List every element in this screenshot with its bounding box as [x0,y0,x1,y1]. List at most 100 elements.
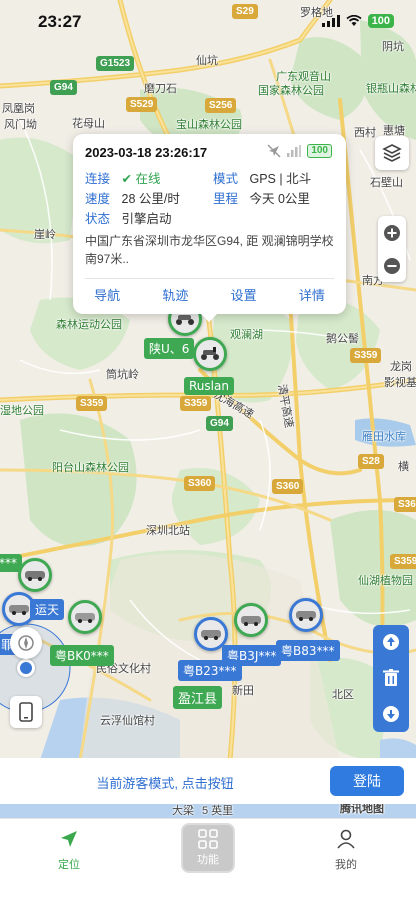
popup-timestamp: 2023-03-18 23:26:17 [85,145,208,160]
tab-label: 功能 [197,854,219,866]
map-label: 云浮仙馆村 [100,715,155,727]
road-shield: S359 [350,348,382,363]
zoom-in-button[interactable] [378,216,406,249]
vehicle-plate[interactable]: Ruslan [184,377,234,395]
zoom-out-button[interactable] [378,249,406,282]
my-location-dot [17,659,35,677]
road-shield: G94 [206,416,233,431]
connection-label: 连接 [85,172,111,186]
map-label: 石壁山 [370,177,403,189]
map-label: 观澜湖 [230,329,263,341]
map-label: 横 [398,461,409,473]
popup-actions: 导航 轨迹 设置 详情 [73,285,346,304]
map-label: 湿地公园 [0,405,44,417]
map-label: 崖岭 [34,229,56,241]
tab-functions[interactable]: 功能 [168,823,248,873]
cellular-signal-icon [321,15,340,27]
arrow-down-icon [383,706,399,722]
compass-button[interactable] [10,627,42,659]
vehicle-plate[interactable]: 粤B83*** [276,640,340,661]
map-label: 银瓶山森林 [366,83,416,95]
car-icon [201,630,221,640]
map-label: 筒坑岭 [106,369,139,381]
road-shield: S256 [205,98,237,113]
vehicle-marker[interactable] [68,600,102,634]
road-shield: S360 [394,497,416,512]
track-button[interactable]: 轨迹 [162,285,188,304]
vehicle-marker[interactable] [18,558,52,592]
tab-location[interactable]: 定位 [29,829,109,872]
state-row: 状态 引擎启动 [85,208,172,227]
vehicle-plate[interactable]: 陕U、6 [144,338,195,359]
compass-icon [18,635,34,651]
vehicle-marker[interactable] [234,603,268,637]
map-label: 大梁 [172,805,194,817]
map-label: 影视基 [384,377,416,389]
device-button[interactable] [10,696,42,728]
vehicle-plate[interactable]: 盈江县 [173,686,223,709]
phone-icon [19,702,33,722]
car-icon [241,616,261,626]
popup-divider [85,278,334,279]
vehicle-plate[interactable]: *** [0,554,22,572]
map-label: 西村 [354,127,376,139]
road-shield: S360 [184,476,216,491]
connection-value: 在线 [135,172,161,186]
vehicle-plate[interactable]: 粤B23*** [178,660,242,681]
road-shield: G1523 [96,56,135,71]
minus-icon [384,257,400,274]
scroll-up-button[interactable] [373,625,409,659]
car-icon [9,605,29,615]
plus-icon [384,224,400,241]
guest-mode-bar: 当前游客模式, 点击按钮 登陆 [0,758,416,804]
state-value: 引擎启动 [121,212,172,226]
navigate-button[interactable]: 导航 [94,285,120,304]
login-button[interactable]: 登陆 [330,766,404,796]
vehicle-marker[interactable] [289,598,323,632]
scroll-down-button[interactable] [373,697,409,731]
mode-value: GPS | 北斗 [249,172,312,186]
status-time: 23:27 [38,12,82,31]
map-label: 宝山森林公园 [176,119,242,131]
road-shield: G94 [50,80,77,95]
settings-button[interactable]: 设置 [231,285,257,304]
map-label: 花母山 [72,118,105,130]
car-icon [296,611,316,621]
vehicle-info-popup: 2023-03-18 23:26:17 100 连接 ✔ 在线 模式 GPS |… [73,134,346,322]
person-icon [337,829,355,849]
speed-row: 速度 28 公里/时 [85,188,180,207]
map-label: 龙岗 [390,361,412,373]
road-shield: S359 [390,554,416,569]
road-shield: S529 [126,97,158,112]
map-label: 阳台山森林公园 [52,462,129,474]
road-shield: S359 [76,396,108,411]
layers-icon [382,144,402,162]
wifi-icon [346,15,362,26]
car-icon [75,613,95,623]
map-label: 森林运动公园 [56,319,122,331]
speed-label: 速度 [85,192,111,206]
road-shield: S360 [272,479,304,494]
speed-value: 28 公里/时 [121,192,180,206]
gps-off-icon [267,144,281,158]
vehicle-plate[interactable]: 粤BK0*** [50,645,114,666]
state-label: 状态 [85,212,111,226]
map-view[interactable]: 罗格地 阴坑 仙坑 广东观音山 国家森林公园 银瓶山森林 磨刀石 凤凰岗 风门坳… [0,0,416,818]
delete-button[interactable] [373,661,409,695]
functions-box: 功能 [181,823,235,873]
zoom-controls [378,216,406,282]
map-label: 磨刀石 [144,83,177,95]
map-label: 仙湖植物园 [358,575,413,587]
details-button[interactable]: 详情 [299,285,325,304]
map-label: 凤凰岗 [2,103,35,115]
tab-profile[interactable]: 我的 [306,829,386,872]
vehicle-marker-selected[interactable] [193,337,227,371]
map-label: 雁田水库 [362,431,406,443]
check-icon: ✔ [121,172,132,186]
road-shield: S28 [358,454,384,469]
vehicle-plate[interactable]: 运天 [30,599,65,620]
arrow-up-icon [383,634,399,650]
layers-button[interactable] [375,136,409,170]
battery-indicator: 100 [367,14,394,28]
road-shield: S359 [180,396,212,411]
